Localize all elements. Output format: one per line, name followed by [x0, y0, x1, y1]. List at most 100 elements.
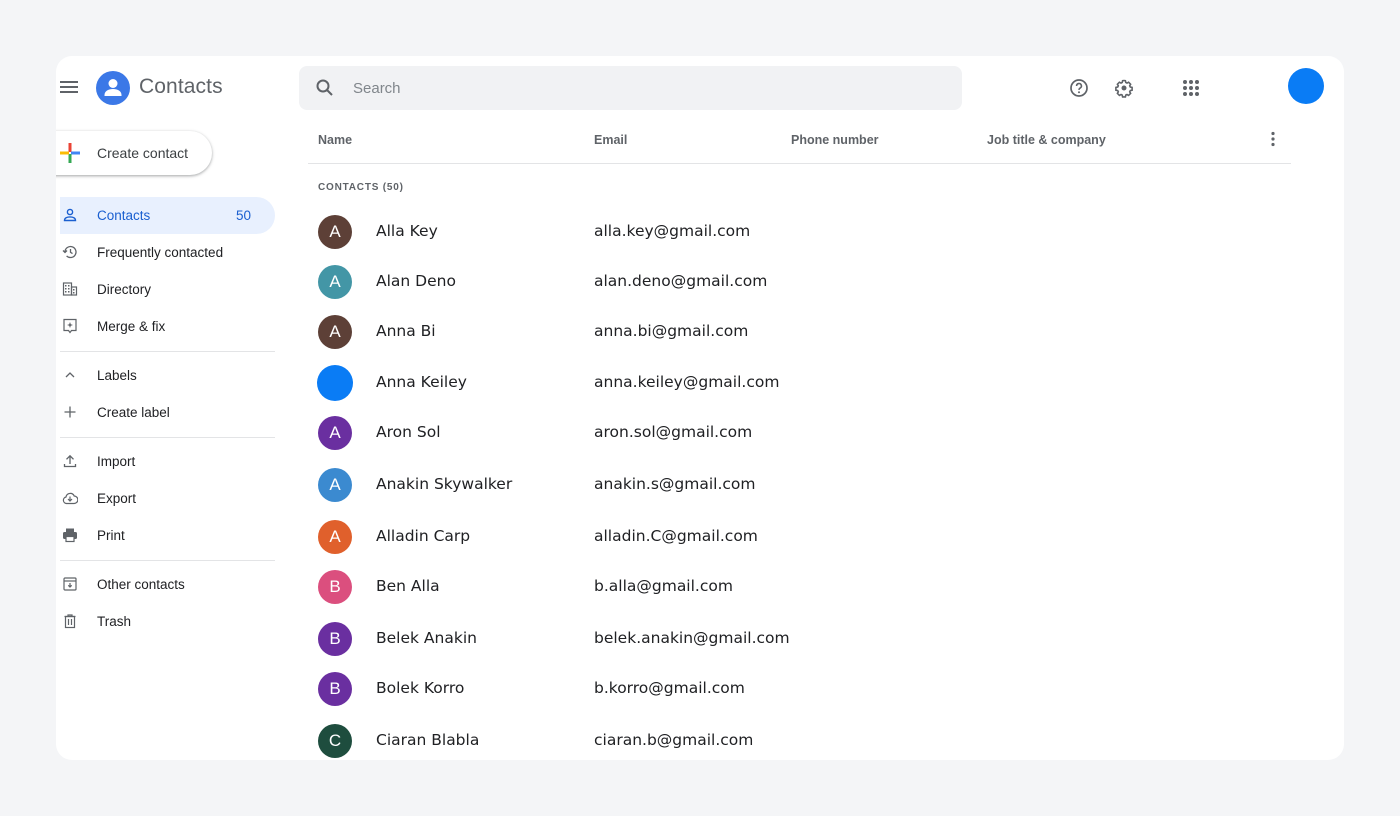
contact-row[interactable]: A Alladin Carp alladin.C@gmail.com	[308, 512, 1291, 562]
sidebar-item-label: Directory	[97, 282, 152, 297]
upload-icon	[63, 454, 77, 468]
search-bar[interactable]	[299, 66, 962, 110]
sidebar-item-contacts[interactable]: Contacts 50	[60, 197, 275, 234]
create-contact-button[interactable]: Create contact	[56, 131, 212, 175]
sidebar-item-label: Frequently contacted	[97, 245, 224, 260]
contact-row[interactable]: B Ben Alla b.alla@gmail.com	[308, 562, 1291, 612]
section-label: CONTACTS (50)	[318, 182, 404, 193]
main-menu-button[interactable]	[60, 79, 78, 97]
contact-name: Alladin Carp	[376, 527, 471, 545]
contact-email: alan.deno@gmail.com	[594, 272, 768, 290]
search-icon	[316, 79, 333, 96]
contact-name: Anna Keiley	[376, 373, 467, 391]
contact-row[interactable]: B Bolek Korro b.korro@gmail.com	[308, 664, 1291, 714]
contact-avatar: B	[318, 570, 352, 604]
contact-email: ciaran.b@gmail.com	[594, 731, 754, 749]
contact-name: Belek Anakin	[376, 629, 477, 647]
sidebar-item-trash[interactable]: Trash	[60, 603, 275, 640]
contact-email: aron.sol@gmail.com	[594, 423, 753, 441]
sidebar-divider	[60, 560, 275, 561]
help-button[interactable]	[1067, 76, 1091, 100]
column-header-name[interactable]: Name	[318, 133, 352, 147]
contact-row[interactable]: B Belek Anakin belek.anakin@gmail.com	[308, 614, 1291, 664]
sidebar-item-directory[interactable]: Directory	[60, 271, 275, 308]
contact-email: anakin.s@gmail.com	[594, 475, 756, 493]
contact-row[interactable]: A Alla Key alla.key@gmail.com	[308, 207, 1291, 257]
contact-row[interactable]: A Anna Bi anna.bi@gmail.com	[308, 307, 1291, 357]
sidebar-item-export[interactable]: Export	[60, 480, 275, 517]
contact-email: alla.key@gmail.com	[594, 222, 751, 240]
sidebar-divider	[60, 351, 275, 352]
contacts-logo-icon	[96, 71, 130, 105]
contact-row[interactable]: Anna Keiley anna.keiley@gmail.com	[308, 358, 1291, 408]
apps-grid-icon	[1183, 80, 1199, 96]
contacts-app-window: Contacts Create contact Contacts 50 Freq…	[56, 56, 1344, 760]
printer-icon	[63, 528, 77, 543]
sidebar-divider	[60, 437, 275, 438]
contact-avatar: A	[318, 468, 352, 502]
cloud-download-icon	[62, 492, 78, 505]
contact-avatar: B	[318, 622, 352, 656]
sidebar-item-label: Labels	[97, 368, 137, 383]
sidebar-item-label: Other contacts	[97, 577, 185, 592]
app-title: Contacts	[139, 75, 223, 98]
contacts-count-badge: 50	[235, 208, 251, 223]
contact-name: Alan Deno	[376, 272, 456, 290]
contact-avatar: B	[318, 672, 352, 706]
sidebar-item-label: Print	[97, 528, 125, 543]
contact-email: b.alla@gmail.com	[594, 577, 733, 595]
contact-name: Ben Alla	[376, 577, 440, 595]
contact-name: Anakin Skywalker	[376, 475, 513, 493]
history-icon	[62, 245, 77, 259]
more-options-button[interactable]	[1263, 129, 1283, 149]
trash-icon	[64, 614, 76, 629]
account-avatar[interactable]	[1288, 68, 1324, 104]
chevron-up-icon	[65, 372, 75, 378]
plus-multicolor-icon	[60, 143, 80, 163]
sidebar-item-label: Merge & fix	[97, 319, 166, 334]
sidebar-item-label: Trash	[97, 614, 132, 629]
sidebar-item-create-label[interactable]: Create label	[60, 394, 275, 431]
contact-avatar: C	[318, 724, 352, 758]
contact-avatar: A	[318, 416, 352, 450]
merge-fix-icon	[63, 318, 77, 334]
archive-icon	[63, 577, 77, 591]
contact-name: Aron Sol	[376, 423, 441, 441]
contact-avatar: A	[318, 315, 352, 349]
contact-row[interactable]: A Alan Deno alan.deno@gmail.com	[308, 257, 1291, 307]
settings-button[interactable]	[1112, 76, 1136, 100]
contact-row[interactable]: A Anakin Skywalker anakin.s@gmail.com	[308, 460, 1291, 510]
contact-name: Bolek Korro	[376, 679, 465, 697]
sidebar-item-print[interactable]: Print	[60, 517, 275, 554]
help-icon	[1070, 79, 1088, 97]
more-vert-icon	[1271, 131, 1275, 147]
contact-row[interactable]: A Aron Sol aron.sol@gmail.com	[308, 408, 1291, 458]
person-icon	[63, 208, 77, 222]
column-header-email[interactable]: Email	[594, 133, 627, 147]
contact-avatar: A	[318, 265, 352, 299]
create-contact-label: Create contact	[97, 145, 189, 161]
sidebar-item-labels[interactable]: Labels	[60, 357, 275, 394]
sidebar-item-label: Import	[97, 454, 136, 469]
sidebar-item-import[interactable]: Import	[60, 443, 275, 480]
sidebar-item-frequently-contacted[interactable]: Frequently contacted	[60, 234, 275, 271]
settings-icon	[1115, 79, 1133, 98]
header-divider	[308, 163, 1291, 164]
column-header-job-title[interactable]: Job title & company	[987, 133, 1106, 147]
contact-name: Ciaran Blabla	[376, 731, 480, 749]
contact-avatar	[317, 365, 353, 401]
plus-icon	[64, 406, 76, 418]
contact-avatar: A	[318, 520, 352, 554]
sidebar-item-other-contacts[interactable]: Other contacts	[60, 566, 275, 603]
contact-name: Alla Key	[376, 222, 438, 240]
contact-avatar: A	[318, 215, 352, 249]
contact-row[interactable]: C Ciaran Blabla ciaran.b@gmail.com	[308, 716, 1291, 760]
sidebar-item-label: Contacts	[97, 208, 151, 223]
menu-icon	[60, 81, 78, 83]
search-input[interactable]	[353, 66, 943, 110]
apps-button[interactable]	[1179, 76, 1203, 100]
contact-name: Anna Bi	[376, 322, 436, 340]
sidebar-item-merge-fix[interactable]: Merge & fix	[60, 308, 275, 345]
column-header-phone[interactable]: Phone number	[791, 133, 879, 147]
contact-email: alladin.C@gmail.com	[594, 527, 758, 545]
